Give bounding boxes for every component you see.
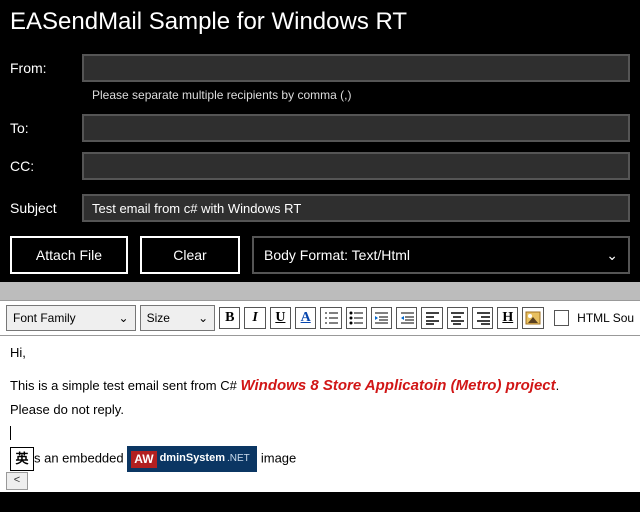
unordered-list-icon[interactable] (346, 307, 367, 329)
font-family-select[interactable]: Font Family ⌄ (6, 305, 136, 331)
to-label: To: (10, 120, 82, 136)
body-format-select[interactable]: Body Format: Text/Html ⌄ (252, 236, 630, 274)
from-input[interactable] (82, 54, 630, 82)
page-title: EASendMail Sample for Windows RT (0, 0, 640, 54)
action-bar: Attach File Clear Body Format: Text/Html… (0, 236, 640, 274)
cc-label: CC: (10, 158, 82, 174)
bold-icon[interactable]: B (219, 307, 240, 329)
clear-button[interactable]: Clear (140, 236, 240, 274)
app-window: EASendMail Sample for Windows RT From: P… (0, 0, 640, 512)
ime-indicator: 英 (10, 447, 34, 471)
align-right-icon[interactable] (472, 307, 493, 329)
align-center-icon[interactable] (447, 307, 468, 329)
to-input[interactable] (82, 114, 630, 142)
font-size-select[interactable]: Size ⌄ (140, 305, 216, 331)
body-embed-line: 英s an embedded AWdminSystem.NET image (10, 446, 630, 472)
attach-file-button[interactable]: Attach File (10, 236, 128, 274)
insert-image-icon[interactable] (522, 307, 543, 329)
body-format-label: Body Format: Text/Html (264, 247, 410, 263)
embedded-image: AWdminSystem.NET (127, 446, 257, 472)
chevron-down-icon: ⌄ (119, 311, 129, 325)
scroll-left-button[interactable]: < (6, 472, 28, 490)
align-left-icon[interactable] (421, 307, 442, 329)
body-line1: This is a simple test email sent from C#… (10, 375, 630, 397)
text-caret (10, 426, 11, 440)
from-label: From: (10, 60, 82, 76)
indent-icon[interactable] (396, 307, 417, 329)
font-color-icon[interactable]: A (295, 307, 316, 329)
body-editor[interactable]: Hi, This is a simple test email sent fro… (0, 336, 640, 492)
separator-bar (0, 282, 640, 300)
hyperlink-icon[interactable]: H (497, 307, 518, 329)
underline-icon[interactable]: U (270, 307, 291, 329)
recipients-help-text: Please separate multiple recipients by c… (92, 88, 630, 102)
cc-input[interactable] (82, 152, 630, 180)
body-line2: Please do not reply. (10, 401, 630, 420)
subject-input[interactable] (82, 194, 630, 222)
italic-icon[interactable]: I (244, 307, 265, 329)
html-source-label: HTML Sou (577, 311, 634, 325)
ordered-list-icon[interactable] (320, 307, 341, 329)
html-source-checkbox[interactable] (554, 310, 569, 326)
outdent-icon[interactable] (371, 307, 392, 329)
subject-label: Subject (10, 200, 82, 216)
body-greeting: Hi, (10, 344, 630, 363)
chevron-down-icon: ⌄ (198, 311, 208, 325)
chevron-down-icon: ⌄ (606, 247, 618, 264)
editor-toolbar: Font Family ⌄ Size ⌄ B I U A H HTML Sou (0, 300, 640, 336)
compose-form: From: Please separate multiple recipient… (0, 54, 640, 222)
